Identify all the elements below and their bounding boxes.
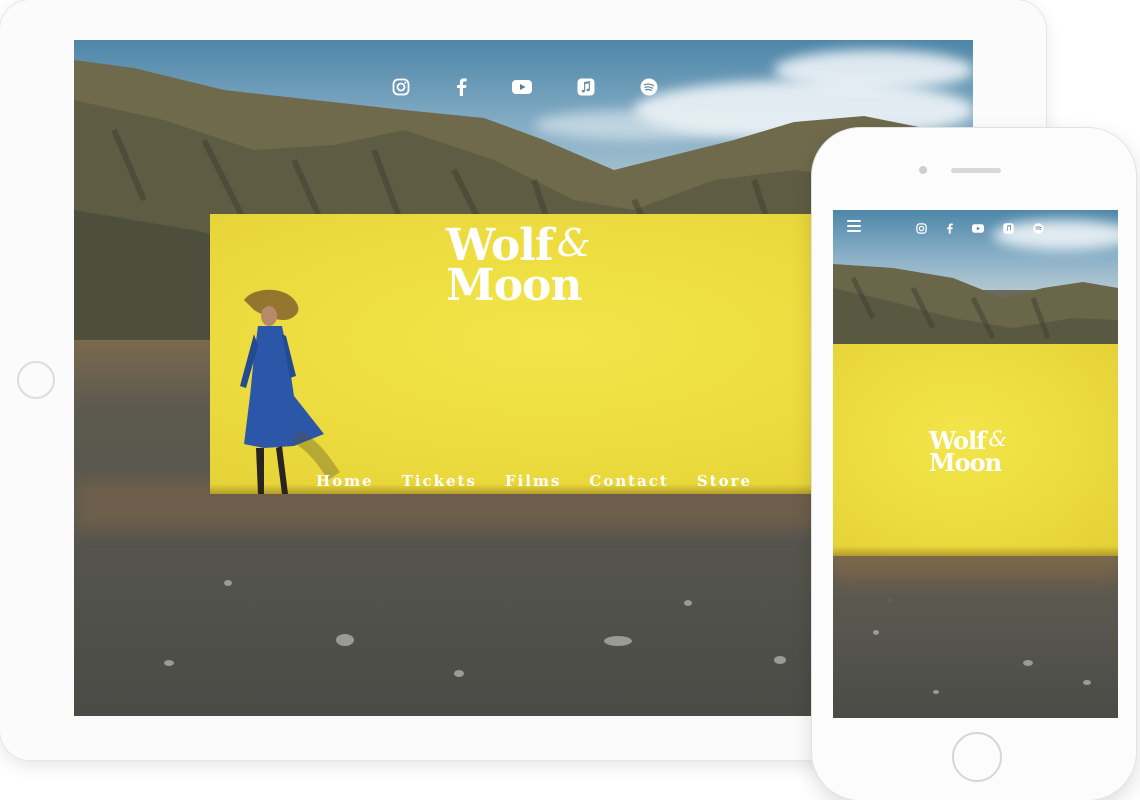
brand-ampersand: & [556,221,591,265]
brand-line2: Moon [446,260,582,312]
nav-home[interactable]: Home [316,472,374,490]
social-icons [916,223,1044,234]
social-icons [392,78,658,96]
phone-device: Wolf & Moon [812,128,1136,800]
phone-screen: Wolf & Moon [833,210,1118,718]
hamburger-menu-icon[interactable] [847,220,861,232]
brand-logo[interactable]: Wolf & Moon [446,224,591,308]
youtube-icon[interactable] [972,224,984,233]
phone-home-button[interactable] [952,732,1002,782]
spotify-icon[interactable] [1033,223,1044,234]
facebook-icon[interactable] [946,223,953,234]
ground [833,550,1118,718]
mountains [833,258,1118,358]
nav-films[interactable]: Films [505,472,561,490]
nav-tickets[interactable]: Tickets [402,472,477,490]
youtube-icon[interactable] [512,80,532,94]
instagram-icon[interactable] [916,223,927,234]
phone-camera [919,166,927,174]
spotify-icon[interactable] [640,78,658,96]
instagram-icon[interactable] [392,78,410,96]
brand-line2: Moon [929,448,1002,478]
phone-speaker [951,168,1001,173]
music-icon[interactable] [1003,223,1014,234]
facebook-icon[interactable] [455,78,467,96]
nav-store[interactable]: Store [697,472,752,490]
brand-logo[interactable]: Wolf & Moon [929,429,1007,478]
nav-contact[interactable]: Contact [589,472,669,490]
main-nav: Home Tickets Films Contact Store [316,472,752,490]
music-icon[interactable] [577,78,595,96]
tablet-home-button[interactable] [17,361,55,399]
